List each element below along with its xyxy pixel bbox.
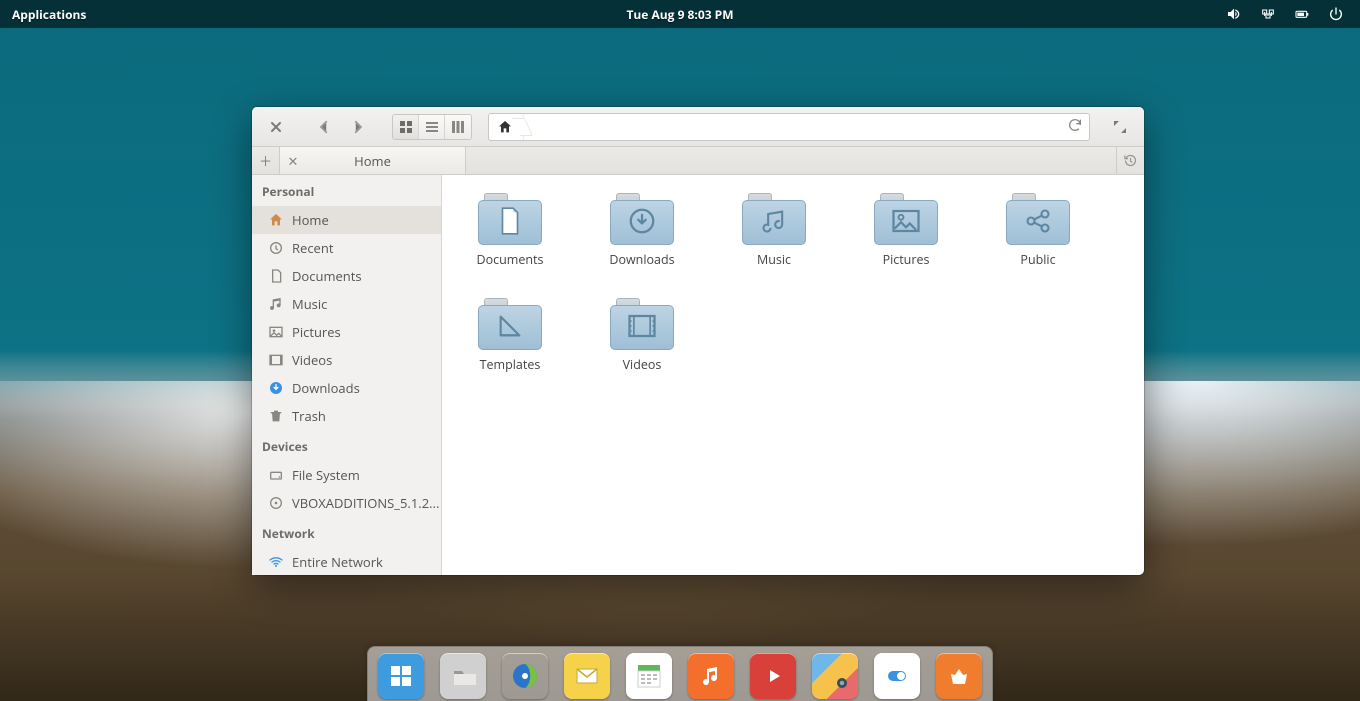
sidebar-item-trash[interactable]: Trash: [252, 402, 441, 430]
reload-button[interactable]: [1067, 117, 1083, 137]
home-icon: [268, 212, 284, 228]
sidebar-item-label: Videos: [292, 351, 332, 369]
folder-label: Templates: [480, 356, 541, 373]
tab-label: Home: [306, 152, 439, 170]
places-sidebar: Personal Home Recent Documents Music Pictures…: [252, 175, 442, 575]
new-tab-button[interactable]: ＋: [252, 147, 280, 174]
folder-label: Documents: [477, 251, 544, 268]
sidebar-item-label: Recent: [292, 239, 333, 257]
tab-home[interactable]: ✕ Home: [280, 147, 466, 174]
folder-icon: [874, 193, 938, 245]
dock-calendar[interactable]: [626, 653, 672, 699]
disc-icon: [268, 495, 284, 511]
view-columns-button[interactable]: [445, 115, 471, 139]
folder-icon: [478, 298, 542, 350]
folder-icon: [478, 193, 542, 245]
dock-multitasking[interactable]: [378, 653, 424, 699]
sidebar-item-documents[interactable]: Documents: [252, 262, 441, 290]
view-list-button[interactable]: [419, 115, 445, 139]
folder-pictures[interactable]: Pictures: [870, 193, 942, 268]
sidebar-item-entire-network[interactable]: Entire Network: [252, 548, 441, 575]
volume-icon[interactable]: [1226, 6, 1242, 22]
folder-icon: [742, 193, 806, 245]
folder-icon: [1006, 193, 1070, 245]
folder-templates[interactable]: Templates: [474, 298, 546, 373]
dock-mail[interactable]: [564, 653, 610, 699]
sidebar-item-file-system[interactable]: File System: [252, 461, 441, 489]
sidebar-item-label: Trash: [292, 407, 326, 425]
drive-icon: [268, 467, 284, 483]
clock[interactable]: Tue Aug 9 8:03 PM: [626, 6, 733, 23]
folder-label: Public: [1020, 251, 1055, 268]
wifi-icon: [268, 554, 284, 570]
applications-menu[interactable]: Applications: [0, 6, 98, 23]
folder-videos[interactable]: Videos: [606, 298, 678, 373]
system-tray: [1226, 6, 1360, 22]
dock-settings[interactable]: [874, 653, 920, 699]
top-panel: Applications Tue Aug 9 8:03 PM: [0, 0, 1360, 28]
sidebar-item-label: Pictures: [292, 323, 341, 341]
view-grid-button[interactable]: [393, 115, 419, 139]
sidebar-item-label: VBOXADDITIONS_5.1.2...: [292, 494, 439, 512]
folder-downloads[interactable]: Downloads: [606, 193, 678, 268]
sidebar-group-header: Devices: [252, 430, 441, 461]
maximize-button[interactable]: [1106, 114, 1134, 140]
window-titlebar[interactable]: [252, 107, 1144, 147]
sidebar-item-label: Music: [292, 295, 327, 313]
nav-back-button[interactable]: [310, 114, 338, 140]
pictures-icon: [268, 324, 284, 340]
battery-icon[interactable]: [1294, 6, 1310, 22]
sidebar-group-header: Network: [252, 517, 441, 548]
dock: [367, 646, 993, 701]
folder-view[interactable]: Documents Downloads Music Pictures Public Tem…: [442, 175, 1144, 575]
folder-label: Videos: [623, 356, 662, 373]
folder-public[interactable]: Public: [1002, 193, 1074, 268]
videos-icon: [268, 352, 284, 368]
folder-music[interactable]: Music: [738, 193, 810, 268]
document-icon: [268, 268, 284, 284]
trash-icon: [268, 408, 284, 424]
sidebar-item-label: Downloads: [292, 379, 360, 397]
tab-close-button[interactable]: ✕: [280, 152, 306, 170]
dock-appcenter[interactable]: [936, 653, 982, 699]
file-manager-window: ＋ ✕ Home Personal Home Recent Documents Musi…: [252, 107, 1144, 575]
power-icon[interactable]: [1328, 6, 1344, 22]
folder-documents[interactable]: Documents: [474, 193, 546, 268]
dock-browser[interactable]: [502, 653, 548, 699]
sidebar-item-label: Entire Network: [292, 553, 383, 571]
sidebar-item-label: Home: [292, 211, 329, 229]
sidebar-item-vboxadditions-5-1-2-[interactable]: VBOXADDITIONS_5.1.2...: [252, 489, 441, 517]
sidebar-item-label: File System: [292, 466, 360, 484]
sidebar-item-home[interactable]: Home: [252, 206, 441, 234]
sidebar-item-videos[interactable]: Videos: [252, 346, 441, 374]
tab-history-button[interactable]: [1116, 147, 1144, 174]
sidebar-item-label: Documents: [292, 267, 362, 285]
folder-icon: [610, 193, 674, 245]
sidebar-item-pictures[interactable]: Pictures: [252, 318, 441, 346]
folder-label: Pictures: [883, 251, 930, 268]
dock-files[interactable]: [440, 653, 486, 699]
nav-forward-button[interactable]: [344, 114, 372, 140]
dock-videos[interactable]: [750, 653, 796, 699]
network-icon[interactable]: [1260, 6, 1276, 22]
view-mode-group: [392, 114, 472, 140]
music-icon: [268, 296, 284, 312]
sidebar-item-music[interactable]: Music: [252, 290, 441, 318]
sidebar-item-downloads[interactable]: Downloads: [252, 374, 441, 402]
pathbar-home-crumb[interactable]: [489, 114, 524, 140]
folder-label: Downloads: [609, 251, 674, 268]
recent-icon: [268, 240, 284, 256]
dock-photos[interactable]: [812, 653, 858, 699]
folder-icon: [610, 298, 674, 350]
folder-label: Music: [757, 251, 791, 268]
sidebar-item-recent[interactable]: Recent: [252, 234, 441, 262]
sidebar-group-header: Personal: [252, 175, 441, 206]
close-button[interactable]: [262, 114, 290, 140]
downloads-icon: [268, 380, 284, 396]
tab-bar: ＋ ✕ Home: [252, 147, 1144, 175]
dock-music[interactable]: [688, 653, 734, 699]
location-pathbar[interactable]: [488, 113, 1090, 141]
